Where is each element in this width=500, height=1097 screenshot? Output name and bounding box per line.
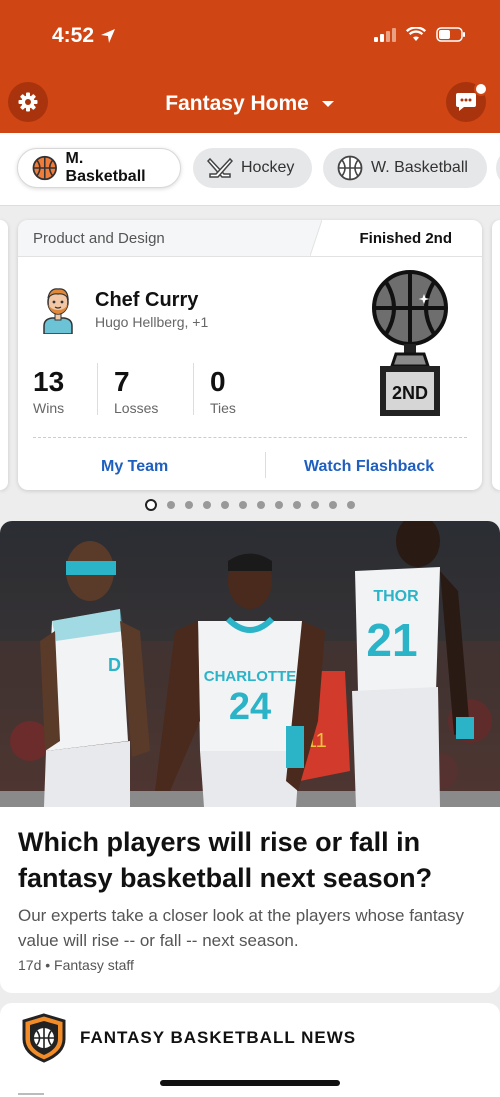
stat-divider: [193, 363, 194, 415]
hockey-sticks-icon: [207, 157, 233, 178]
tab-label: Hockey: [241, 159, 295, 176]
list-divider: [18, 1093, 44, 1095]
stat-value: 0: [210, 366, 226, 397]
tab-next-partial[interactable]: [496, 148, 500, 188]
tab-mens-basketball[interactable]: M. Basketball: [17, 148, 181, 188]
stat-label: Losses: [114, 400, 159, 416]
team-avatar: [43, 288, 73, 334]
status-bar-time: 4:52: [52, 24, 116, 48]
messages-button[interactable]: [446, 82, 488, 122]
jersey-number: 21: [366, 614, 417, 666]
notification-dot: [474, 82, 488, 96]
jersey-letter: D: [108, 655, 121, 675]
stat-divider: [97, 363, 98, 415]
article-meta: 17d • Fantasy staff: [18, 957, 134, 973]
carousel-dot[interactable]: [347, 501, 355, 509]
article-title[interactable]: Which players will rise or fall in fanta…: [18, 824, 482, 896]
page-title: Fantasy Home: [165, 92, 309, 115]
carousel-dot[interactable]: [167, 501, 175, 509]
tab-womens-basketball[interactable]: W. Basketball: [323, 148, 487, 188]
sport-tabs: M. Basketball Hockey W. Basketball: [0, 133, 500, 206]
carousel-dot[interactable]: [329, 501, 337, 509]
stat-value: 7: [114, 366, 130, 397]
article-subtitle: Our experts take a closer look at the pl…: [18, 906, 465, 950]
carousel-dot[interactable]: [203, 501, 211, 509]
tab-hockey[interactable]: Hockey: [193, 148, 312, 188]
article-photo: 11 D CHARLOTTE 24 THOR 21: [0, 521, 500, 807]
app-header: 4:52 Fantasy Home: [0, 0, 500, 133]
chat-bubble-icon: [456, 93, 476, 111]
carousel-dot[interactable]: [257, 501, 265, 509]
battery-icon: [436, 27, 465, 42]
carousel-dot[interactable]: [293, 501, 301, 509]
carousel-dot[interactable]: [311, 501, 319, 509]
league-name: Product and Design: [33, 230, 165, 247]
card-links: My Team Watch Flashback: [33, 437, 467, 490]
team-name: Chef Curry: [95, 289, 199, 311]
carousel-dot[interactable]: [185, 501, 193, 509]
basketball-icon: [337, 155, 363, 181]
fantasy-basketball-shield-icon: [22, 1013, 66, 1063]
jersey-number: 24: [229, 686, 271, 728]
stat-wins: 13 Wins: [33, 366, 64, 416]
status-icons: [374, 27, 466, 42]
basketball-icon: [32, 155, 57, 181]
finish-status: Finished 2nd: [359, 230, 452, 247]
fantasy-home-dropdown[interactable]: Fantasy Home: [0, 92, 500, 116]
tab-label: W. Basketball: [371, 159, 468, 176]
chevron-down-icon: [321, 101, 334, 108]
carousel-dot[interactable]: [145, 499, 157, 511]
stat-label: Ties: [210, 400, 236, 416]
link-divider: [265, 452, 266, 478]
stat-label: Wins: [33, 400, 65, 416]
tab-label: M. Basketball: [65, 150, 146, 185]
cellular-signal-icon: [374, 27, 396, 42]
watch-flashback-link[interactable]: Watch Flashback: [304, 458, 434, 476]
my-team-link[interactable]: My Team: [101, 458, 168, 476]
league-card[interactable]: Product and Design Finished 2nd Chef Cur…: [18, 220, 482, 490]
article-card[interactable]: 11 D CHARLOTTE 24 THOR 21 Which players …: [0, 521, 500, 993]
trophy-icon: 2ND: [372, 270, 448, 416]
location-arrow-icon: [101, 29, 116, 43]
trophy-label: 2ND: [392, 383, 428, 403]
team-owners: Hugo Hellberg, +1: [95, 314, 209, 330]
card-header: Product and Design Finished 2nd: [18, 220, 482, 257]
home-indicator[interactable]: [160, 1080, 340, 1086]
carousel-dot[interactable]: [275, 501, 283, 509]
jersey-team-text: CHARLOTTE: [204, 668, 297, 685]
carousel-pagination: [0, 499, 500, 511]
carousel-dot[interactable]: [221, 501, 229, 509]
stat-ties: 0 Ties: [210, 366, 236, 416]
stat-value: 13: [33, 366, 65, 397]
wifi-icon: [406, 27, 426, 41]
news-section-title: FANTASY BASKETBALL NEWS: [80, 1028, 357, 1047]
carousel-dot[interactable]: [239, 501, 247, 509]
stat-losses: 7 Losses: [114, 366, 158, 416]
previous-card-edge[interactable]: [0, 220, 8, 490]
time-text: 4:52: [52, 24, 95, 47]
next-card-edge[interactable]: [492, 220, 500, 490]
finish-tab: Finished 2nd: [322, 220, 482, 256]
jersey-name: THOR: [373, 588, 419, 605]
